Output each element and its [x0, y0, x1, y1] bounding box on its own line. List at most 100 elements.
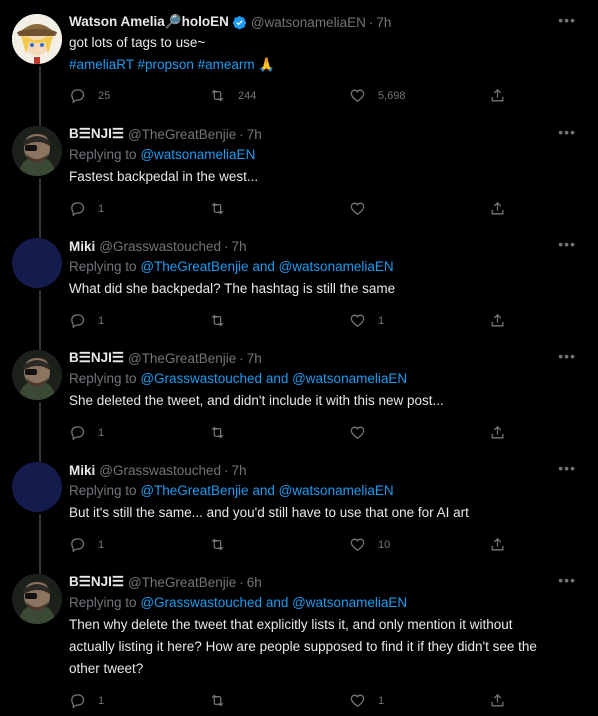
- avatar-benjie[interactable]: [12, 574, 62, 624]
- tweet-reply[interactable]: Miki @Grasswastouched · 7h ••• Replying …: [0, 448, 598, 560]
- author-name[interactable]: B☰NJI☰: [69, 126, 124, 142]
- like-button[interactable]: 10: [349, 536, 449, 553]
- tweet-reply[interactable]: B☰NJI☰ @TheGreatBenjie · 7h ••• Replying…: [0, 336, 598, 448]
- avatar-watson[interactable]: [12, 14, 62, 64]
- author-name[interactable]: Miki: [69, 239, 95, 254]
- reply-button[interactable]: 1: [69, 536, 169, 553]
- retweet-button[interactable]: 244: [209, 87, 309, 104]
- retweet-icon: [211, 202, 224, 215]
- thread-line: [39, 290, 41, 336]
- timestamp[interactable]: 7h: [376, 15, 391, 30]
- replying-to-users[interactable]: @TheGreatBenjie and @watsonameliaEN: [140, 483, 393, 498]
- thread-line: [39, 178, 41, 224]
- retweet-button[interactable]: [209, 692, 309, 709]
- retweet-button[interactable]: [209, 536, 309, 553]
- separator-dot: ·: [368, 14, 374, 30]
- author-handle[interactable]: @TheGreatBenjie: [128, 351, 236, 366]
- retweet-count: 244: [238, 89, 257, 102]
- retweet-button[interactable]: [209, 312, 309, 329]
- like-icon: [350, 314, 365, 327]
- share-button[interactable]: [489, 424, 509, 441]
- author-name[interactable]: Miki: [69, 463, 95, 478]
- reply-button[interactable]: 1: [69, 692, 169, 709]
- timestamp[interactable]: 7h: [247, 127, 262, 142]
- reply-count: 1: [98, 426, 105, 439]
- timestamp[interactable]: 7h: [247, 351, 262, 366]
- replying-to-users[interactable]: @Grasswastouched and @watsonameliaEN: [140, 371, 407, 386]
- thread-line: [39, 560, 41, 574]
- more-icon[interactable]: •••: [558, 236, 576, 252]
- separator-dot: ·: [239, 350, 244, 366]
- reply-button[interactable]: 25: [69, 87, 169, 104]
- tweet-text-line: Fastest backpedal in the west...: [69, 169, 259, 184]
- avatar-miki[interactable]: [12, 462, 62, 512]
- tweet-reply[interactable]: B☰NJI☰ @TheGreatBenjie · 6h ••• Replying…: [0, 560, 598, 716]
- author-handle[interactable]: @Grasswastouched: [99, 239, 221, 254]
- reply-button[interactable]: 1: [69, 424, 169, 441]
- replying-to: Replying to @Grasswastouched and @watson…: [69, 371, 408, 386]
- reply-icon: [71, 694, 85, 709]
- share-button[interactable]: [489, 536, 509, 553]
- like-button[interactable]: 5,698: [349, 87, 449, 104]
- timestamp[interactable]: 7h: [232, 463, 247, 478]
- author-handle[interactable]: @TheGreatBenjie: [128, 575, 236, 590]
- author-name[interactable]: B☰NJI☰: [69, 574, 124, 590]
- share-button[interactable]: [489, 87, 509, 104]
- separator-dot: ·: [239, 126, 244, 142]
- replying-to-users[interactable]: @Grasswastouched and @watsonameliaEN: [140, 595, 407, 610]
- author-handle[interactable]: @Grasswastouched: [99, 463, 221, 478]
- timestamp[interactable]: 7h: [232, 239, 247, 254]
- thread-line: [39, 336, 41, 350]
- reply-count: 1: [98, 538, 105, 551]
- share-button[interactable]: [489, 312, 509, 329]
- share-icon: [491, 425, 504, 439]
- replying-to-users[interactable]: @watsonameliaEN: [140, 147, 255, 162]
- avatar-benjie[interactable]: [12, 350, 62, 400]
- reply-icon: [71, 426, 85, 441]
- like-icon: [350, 89, 365, 102]
- tweet-original[interactable]: Watson Amelia🔎holoEN @watsonameliaEN · 7…: [0, 0, 598, 112]
- timestamp[interactable]: 6h: [247, 575, 262, 590]
- more-icon[interactable]: •••: [558, 348, 576, 364]
- more-icon[interactable]: •••: [558, 124, 576, 140]
- like-icon: [350, 694, 365, 707]
- like-icon: [350, 202, 365, 215]
- reply-button[interactable]: 1: [69, 200, 169, 217]
- tweet-reply[interactable]: B☰NJI☰ @TheGreatBenjie · 7h ••• Replying…: [0, 112, 598, 224]
- author-handle[interactable]: @watsonameliaEN: [251, 15, 366, 30]
- thread-line: [39, 66, 41, 112]
- more-icon[interactable]: •••: [558, 460, 576, 476]
- like-icon: [350, 426, 365, 439]
- replying-to: Replying to @Grasswastouched and @watson…: [69, 595, 408, 610]
- retweet-button[interactable]: [209, 200, 309, 217]
- tweet-text: Fastest backpedal in the west...: [69, 166, 586, 188]
- reply-icon: [71, 202, 85, 217]
- replying-to: Replying to @TheGreatBenjie and @watsona…: [69, 259, 394, 274]
- share-button[interactable]: [489, 692, 509, 709]
- replying-to-users[interactable]: @TheGreatBenjie and @watsonameliaEN: [140, 259, 393, 274]
- retweet-icon: [211, 694, 224, 707]
- author-name[interactable]: B☰NJI☰: [69, 350, 124, 366]
- author-handle[interactable]: @TheGreatBenjie: [128, 127, 236, 142]
- reply-count: 1: [98, 694, 105, 707]
- retweet-icon: [211, 426, 224, 439]
- thread-line: [39, 514, 41, 560]
- share-button[interactable]: [489, 200, 509, 217]
- more-icon[interactable]: •••: [558, 12, 576, 28]
- tweet-reply[interactable]: Miki @Grasswastouched · 7h ••• Replying …: [0, 224, 598, 336]
- author-name[interactable]: Watson Amelia🔎holoEN: [69, 14, 229, 30]
- hashtags[interactable]: #ameliaRT #propson #amearm 🙏: [69, 54, 586, 76]
- like-button[interactable]: [349, 200, 449, 217]
- retweet-button[interactable]: [209, 424, 309, 441]
- like-count: 1: [378, 694, 385, 707]
- like-button[interactable]: 1: [349, 312, 449, 329]
- reply-icon: [71, 89, 85, 104]
- separator-dot: ·: [224, 462, 229, 478]
- avatar-benjie[interactable]: [12, 126, 62, 176]
- like-count: 1: [378, 314, 385, 327]
- more-icon[interactable]: •••: [558, 572, 576, 588]
- like-button[interactable]: 1: [349, 692, 449, 709]
- reply-button[interactable]: 1: [69, 312, 169, 329]
- like-button[interactable]: [349, 424, 449, 441]
- avatar-miki[interactable]: [12, 238, 62, 288]
